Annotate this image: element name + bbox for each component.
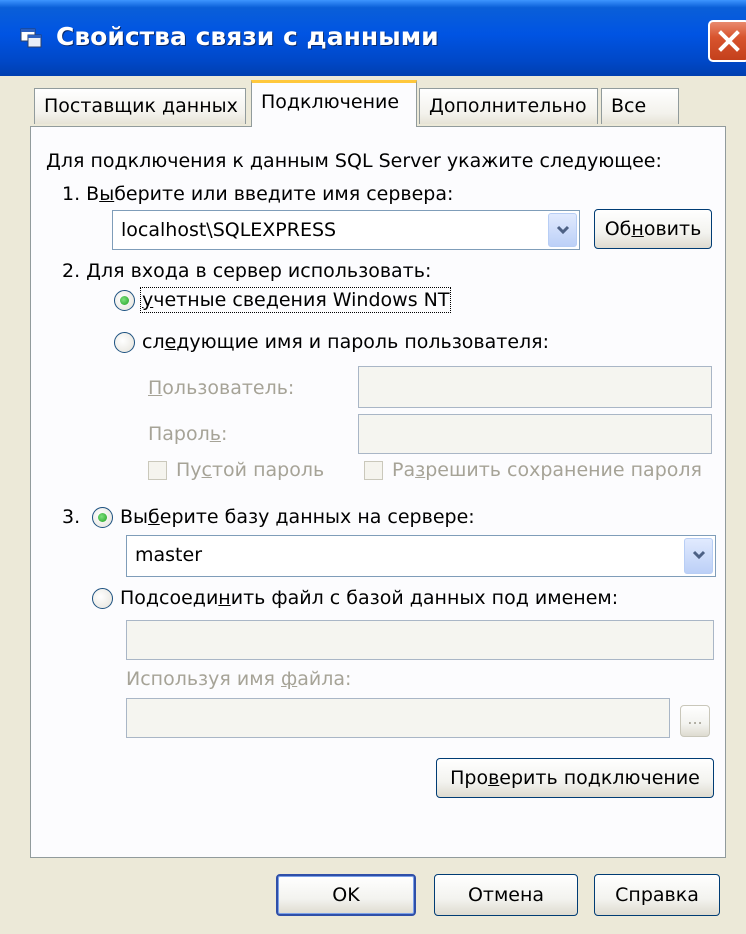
- password-input[interactable]: [358, 414, 712, 454]
- filename-label: Используя имя файла:: [126, 668, 352, 690]
- refresh-button[interactable]: Обновить: [594, 209, 712, 249]
- close-button[interactable]: [708, 20, 746, 62]
- data-link-icon: [20, 28, 42, 48]
- intro-text: Для подключения к данным SQL Server укаж…: [46, 150, 662, 172]
- attach-file-radio[interactable]: [92, 588, 113, 609]
- tab-advanced[interactable]: Дополнительно: [419, 88, 598, 124]
- chevron-down-icon: [692, 550, 706, 560]
- database-combobox[interactable]: master: [126, 535, 716, 577]
- attach-file-label[interactable]: Подсоединить файл с базой данных под име…: [120, 587, 618, 609]
- filename-input[interactable]: [126, 698, 670, 738]
- select-database-radio[interactable]: [92, 507, 113, 528]
- server-name-combobox[interactable]: localhost\SQLEXPRESS: [112, 210, 580, 250]
- blank-password-label: Пустой пароль: [176, 459, 325, 481]
- tab-all[interactable]: Все: [601, 88, 679, 124]
- sql-auth-label[interactable]: следующие имя и пароль пользователя:: [142, 331, 549, 353]
- allow-save-password-checkbox[interactable]: [364, 461, 383, 480]
- username-label: Пользователь:: [148, 377, 295, 399]
- tab-connection[interactable]: Подключение: [251, 80, 417, 127]
- select-database-label[interactable]: Выберите базу данных на сервере:: [120, 506, 475, 528]
- sql-auth-radio[interactable]: [114, 332, 135, 353]
- tab-label: Поставщик данных: [44, 95, 238, 117]
- step3-number: 3.: [62, 506, 81, 528]
- login-method-label: 2. Для входа в сервер использовать:: [62, 260, 432, 282]
- database-value: master: [135, 544, 203, 566]
- close-icon: [718, 30, 740, 52]
- username-input[interactable]: [358, 366, 712, 408]
- blank-password-checkbox[interactable]: [148, 461, 167, 480]
- ok-button[interactable]: OK: [276, 874, 416, 916]
- tab-label: Дополнительно: [429, 95, 587, 117]
- password-label: Пароль:: [148, 423, 228, 445]
- browse-button[interactable]: ...: [680, 705, 710, 737]
- server-name-value: localhost\SQLEXPRESS: [121, 219, 337, 241]
- cancel-button[interactable]: Отмена: [434, 874, 578, 916]
- dropdown-button[interactable]: [548, 213, 577, 247]
- windows-auth-radio[interactable]: [114, 290, 135, 311]
- server-name-label: 1. Выберите или введите имя сервера:: [62, 183, 454, 205]
- dropdown-button[interactable]: [684, 538, 713, 574]
- chevron-down-icon: [556, 225, 570, 235]
- allow-save-password-label: Разрешить сохранение пароля: [392, 459, 702, 481]
- tab-provider[interactable]: Поставщик данных: [34, 88, 246, 124]
- window-title: Свойства связи с данными: [56, 22, 439, 51]
- test-connection-button[interactable]: Проверить подключение: [436, 758, 714, 798]
- help-button[interactable]: Справка: [594, 874, 720, 916]
- tab-label: Все: [611, 95, 647, 117]
- attach-database-name-input[interactable]: [126, 620, 714, 660]
- windows-auth-label[interactable]: учетные сведения Windows NT: [139, 287, 452, 313]
- tab-label: Подключение: [261, 91, 400, 113]
